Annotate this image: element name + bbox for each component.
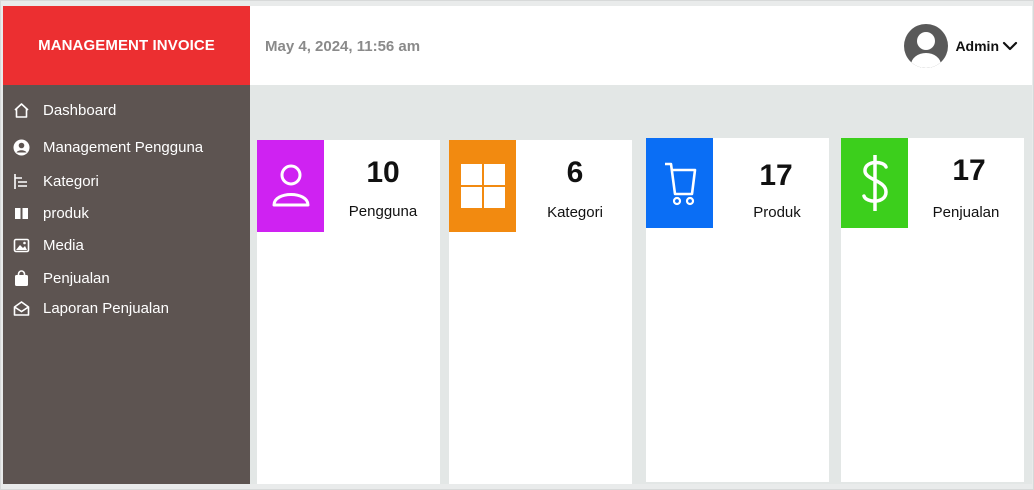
stat-card-kategori[interactable]: 6 Kategori xyxy=(449,140,632,484)
sidebar-item-label: Kategori xyxy=(43,172,99,190)
sidebar-item-label: Management Pengguna xyxy=(43,138,204,156)
user-circle-icon xyxy=(12,138,30,156)
image-icon xyxy=(12,236,30,254)
stat-label: Produk xyxy=(753,204,801,221)
sidebar-item-label: produk xyxy=(43,204,89,222)
stat-value: 10 xyxy=(366,156,400,189)
sidebar-item-laporan-penjualan[interactable]: Laporan Penjualan xyxy=(3,295,169,321)
stat-label: Kategori xyxy=(547,204,603,221)
user-menu[interactable]: Admin xyxy=(904,23,1018,69)
sidebar-item-dashboard[interactable]: Dashboard xyxy=(3,97,116,123)
list-tree-icon xyxy=(12,172,30,190)
brand-title[interactable]: MANAGEMENT INVOICE xyxy=(3,6,250,85)
sidebar-item-label: Penjualan xyxy=(43,269,110,287)
user-name[interactable]: Admin xyxy=(955,38,999,54)
sidebar-item-label: Media xyxy=(43,236,84,254)
stat-label: Penjualan xyxy=(932,204,1000,221)
stat-card-produk[interactable]: 17 Produk xyxy=(646,138,829,482)
sidebar-item-label: Dashboard xyxy=(43,101,117,119)
stat-card-pengguna[interactable]: 10 Pengguna xyxy=(257,140,440,484)
shopping-bag-icon xyxy=(12,269,30,287)
chevron-down-icon[interactable] xyxy=(1002,38,1018,54)
stat-label: Pengguna xyxy=(348,203,418,220)
envelope-icon xyxy=(12,299,30,317)
sidebar: Dashboard Management Pengguna Kategori p… xyxy=(3,85,250,484)
stat-card-penjualan[interactable]: 17 Penjualan xyxy=(841,138,1024,482)
stat-value: 6 xyxy=(566,156,584,189)
sidebar-item-media[interactable]: Media xyxy=(3,232,84,258)
home-icon xyxy=(12,101,30,119)
app-frame: MANAGEMENT INVOICE May 4, 2024, 11:56 am… xyxy=(0,0,1034,490)
stat-value: 17 xyxy=(759,159,793,192)
book-icon xyxy=(12,204,30,222)
sidebar-item-management-pengguna[interactable]: Management Pengguna xyxy=(3,134,203,160)
grid-icon xyxy=(449,140,516,232)
current-datetime: May 4, 2024, 11:56 am xyxy=(265,38,421,55)
cart-icon xyxy=(646,138,713,228)
stat-value: 17 xyxy=(952,154,986,187)
avatar-icon[interactable] xyxy=(904,24,949,68)
sidebar-item-produk[interactable]: produk xyxy=(3,200,89,226)
user-icon xyxy=(257,140,324,232)
top-bar: May 4, 2024, 11:56 am Admin xyxy=(250,6,1032,85)
sidebar-item-kategori[interactable]: Kategori xyxy=(3,168,99,194)
sidebar-item-penjualan[interactable]: Penjualan xyxy=(3,265,110,291)
main-content: 10 Pengguna 6 Kategori 17 Produk 17 Penj… xyxy=(250,85,1032,484)
sidebar-item-label: Laporan Penjualan xyxy=(43,299,169,317)
dollar-icon xyxy=(841,138,908,228)
